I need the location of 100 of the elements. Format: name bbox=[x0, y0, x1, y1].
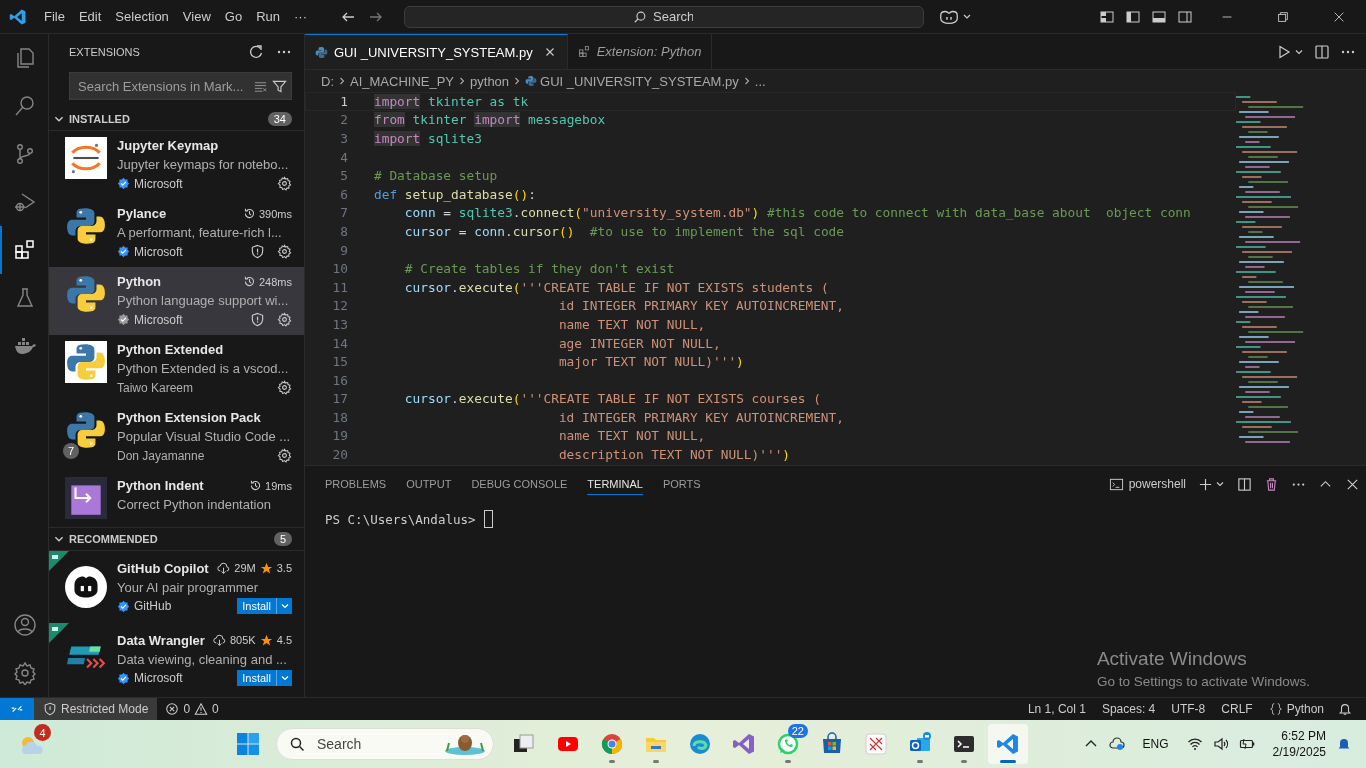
code-line[interactable]: name TEXT NOT NULL, bbox=[374, 316, 706, 332]
copilot-icon[interactable] bbox=[938, 8, 960, 25]
code-line[interactable]: conn = sqlite3.connect("university_system.db") #this code to connect with data_base about object conn bbox=[374, 205, 1191, 221]
panel-tab[interactable]: PORTS bbox=[662, 473, 701, 495]
code-line[interactable]: cursor.execute('''CREATE TABLE IF NOT EXISTS courses ( bbox=[374, 391, 821, 407]
line-number: 4 bbox=[339, 149, 348, 165]
vscode-app-icon[interactable] bbox=[988, 724, 1028, 764]
settings-icon[interactable] bbox=[277, 244, 292, 259]
extension-item[interactable]: Data Wrangler 805K 4.5 Data viewing, cleaning and ... Microsoft Install bbox=[49, 623, 304, 695]
problems-button[interactable]: 0 0 bbox=[157, 702, 227, 716]
extension-item[interactable]: GitHub Copilot 29M 3.5 Your AI pair programmer GitHub Install bbox=[49, 551, 304, 623]
split-editor-icon[interactable] bbox=[1314, 43, 1330, 60]
status-item[interactable]: UTF-8 bbox=[1163, 702, 1214, 716]
settings-icon[interactable] bbox=[277, 380, 292, 395]
install-button[interactable]: Install bbox=[237, 598, 276, 614]
status-item[interactable]: Python bbox=[1260, 702, 1332, 716]
menu-item[interactable]: View bbox=[175, 6, 218, 27]
code-line[interactable]: def setup_database(): bbox=[374, 186, 536, 202]
split-terminal-icon[interactable] bbox=[1237, 476, 1252, 492]
install-button[interactable]: Install bbox=[237, 670, 276, 686]
menu-item[interactable]: Go bbox=[217, 6, 250, 27]
breadcrumb-item[interactable]: D: bbox=[321, 73, 334, 89]
breadcrumb-item[interactable]: ... bbox=[754, 73, 766, 89]
secondary-sidebar-icon[interactable] bbox=[1177, 8, 1193, 25]
trash-icon[interactable] bbox=[1264, 476, 1279, 492]
code-line[interactable]: name TEXT NOT NULL, bbox=[374, 428, 706, 444]
search-input[interactable]: Search bbox=[315, 735, 443, 753]
panel-tab[interactable]: PROBLEMS bbox=[325, 473, 387, 495]
code-line[interactable]: id INTEGER PRIMARY KEY AUTOINCREMENT, bbox=[374, 409, 844, 425]
code-line[interactable]: # Create tables if they don't exist bbox=[374, 261, 675, 277]
panel-toggle-icon[interactable] bbox=[1151, 8, 1167, 25]
panel-tab[interactable]: DEBUG CONSOLE bbox=[471, 473, 568, 495]
rating: 4.5 bbox=[276, 634, 292, 646]
wifi-icon[interactable] bbox=[1186, 736, 1203, 752]
add-icon[interactable] bbox=[1198, 476, 1213, 492]
menu-item[interactable]: Selection bbox=[108, 6, 176, 27]
sidebar-toggle-icon[interactable] bbox=[1125, 8, 1141, 25]
status-item[interactable]: Spaces: 4 bbox=[1093, 702, 1164, 716]
menu-item[interactable]: File bbox=[37, 6, 72, 27]
settings-icon[interactable] bbox=[277, 448, 292, 463]
battery-icon[interactable] bbox=[1238, 736, 1255, 752]
shield-icon[interactable] bbox=[250, 244, 265, 259]
extension-search-bar[interactable]: Search Extensions in Mark... bbox=[69, 72, 292, 100]
search-input[interactable]: Search bbox=[651, 8, 695, 25]
filter-icon[interactable] bbox=[272, 78, 287, 94]
volume-icon[interactable] bbox=[1212, 736, 1229, 752]
extension-item[interactable]: Python Extended Python Extended is a vscod... Taiwo Kareem bbox=[49, 335, 304, 403]
menu-item[interactable]: Edit bbox=[71, 6, 109, 27]
code-line[interactable]: id INTEGER PRIMARY KEY AUTOINCREMENT, bbox=[374, 298, 844, 314]
extension-item[interactable]: Python 248ms Python language support wi... Microsoft bbox=[49, 267, 304, 335]
restricted-mode-button[interactable]: Restricted Mode bbox=[34, 698, 158, 720]
section-title[interactable]: RECOMMENDED bbox=[69, 533, 270, 545]
breadcrumb-item[interactable]: AI_MACHINE_PY bbox=[350, 73, 455, 89]
extension-item[interactable]: Python Indent 19ms Correct Python indentation bbox=[49, 471, 304, 527]
restore-icon[interactable] bbox=[1276, 9, 1290, 24]
verified-icon bbox=[117, 177, 130, 190]
layout-icon[interactable] bbox=[1099, 8, 1115, 25]
breadcrumb-item[interactable]: python bbox=[470, 73, 510, 89]
breadcrumb-item[interactable]: GUI _UNIVERSITY_SYSTEAM.py bbox=[540, 73, 739, 89]
shield-icon[interactable] bbox=[250, 312, 265, 327]
extension-item[interactable]: Pylance 390ms A performant, feature-rich l... Microsoft bbox=[49, 199, 304, 267]
recommended-corner-icon bbox=[49, 623, 69, 643]
refresh-icon[interactable] bbox=[248, 44, 264, 60]
menu-item[interactable]: Run bbox=[249, 6, 287, 27]
section-title[interactable]: INSTALLED bbox=[69, 113, 264, 125]
code-line[interactable]: cursor.execute('''CREATE TABLE IF NOT EXISTS students ( bbox=[374, 279, 829, 295]
terminal-selector[interactable]: powershell bbox=[1108, 476, 1186, 492]
code-line[interactable]: major TEXT NOT NULL)''') bbox=[374, 354, 744, 370]
clock-date[interactable]: 2/19/2025 bbox=[1272, 744, 1326, 760]
extension-name: Python Extended bbox=[117, 342, 225, 357]
run-icon[interactable] bbox=[1276, 43, 1292, 60]
extension-item[interactable]: 7 Python Extension Pack Popular Visual Studio Code ... Don Jayamanne bbox=[49, 403, 304, 471]
code-line[interactable]: description TEXT NOT NULL)''') bbox=[374, 447, 791, 463]
cloud-icon[interactable] bbox=[1108, 736, 1125, 752]
editor-tab[interactable]: GUI _UNIVERSITY_SYSTEAM.py bbox=[305, 34, 568, 69]
notifications-icon[interactable] bbox=[1338, 702, 1352, 716]
code-line[interactable]: # Database setup bbox=[374, 168, 498, 184]
taskbar-search-bar[interactable]: Search bbox=[276, 728, 494, 760]
search-input[interactable]: Search Extensions in Mark... bbox=[76, 77, 249, 95]
settings-icon[interactable] bbox=[277, 176, 292, 191]
panel-tab[interactable]: OUTPUT bbox=[406, 473, 452, 495]
status-item[interactable]: CRLF bbox=[1213, 702, 1261, 716]
panel-tab[interactable]: TERMINAL bbox=[587, 473, 643, 495]
notification-bell-icon[interactable] bbox=[1336, 736, 1352, 752]
command-search-bar[interactable]: Search bbox=[404, 5, 924, 28]
menu-item[interactable]: ··· bbox=[287, 6, 314, 27]
status-item[interactable]: Ln 1, Col 1 bbox=[1019, 702, 1094, 716]
line-number: 19 bbox=[331, 428, 348, 444]
code-line[interactable]: from tkinter import messagebox bbox=[374, 112, 606, 128]
chevron-down-icon[interactable] bbox=[1215, 479, 1225, 489]
code-line[interactable]: age INTEGER NOT NULL, bbox=[374, 335, 721, 351]
code-line[interactable]: import tkinter as tk bbox=[374, 93, 529, 109]
clock-time[interactable]: 6:52 PM bbox=[1281, 728, 1326, 744]
extension-item[interactable]: Jupyter Keymap Jupyter keymaps for notebo... Microsoft bbox=[49, 131, 304, 199]
settings-icon[interactable] bbox=[277, 312, 292, 327]
code-line[interactable]: cursor = conn.cursor() #to use to implement the sql code bbox=[374, 223, 845, 239]
start-icon[interactable] bbox=[236, 732, 260, 756]
editor-tab[interactable]: Extension: Python bbox=[567, 34, 713, 69]
language-indicator[interactable]: ENG bbox=[1142, 737, 1169, 751]
code-line[interactable]: import sqlite3 bbox=[374, 131, 482, 146]
